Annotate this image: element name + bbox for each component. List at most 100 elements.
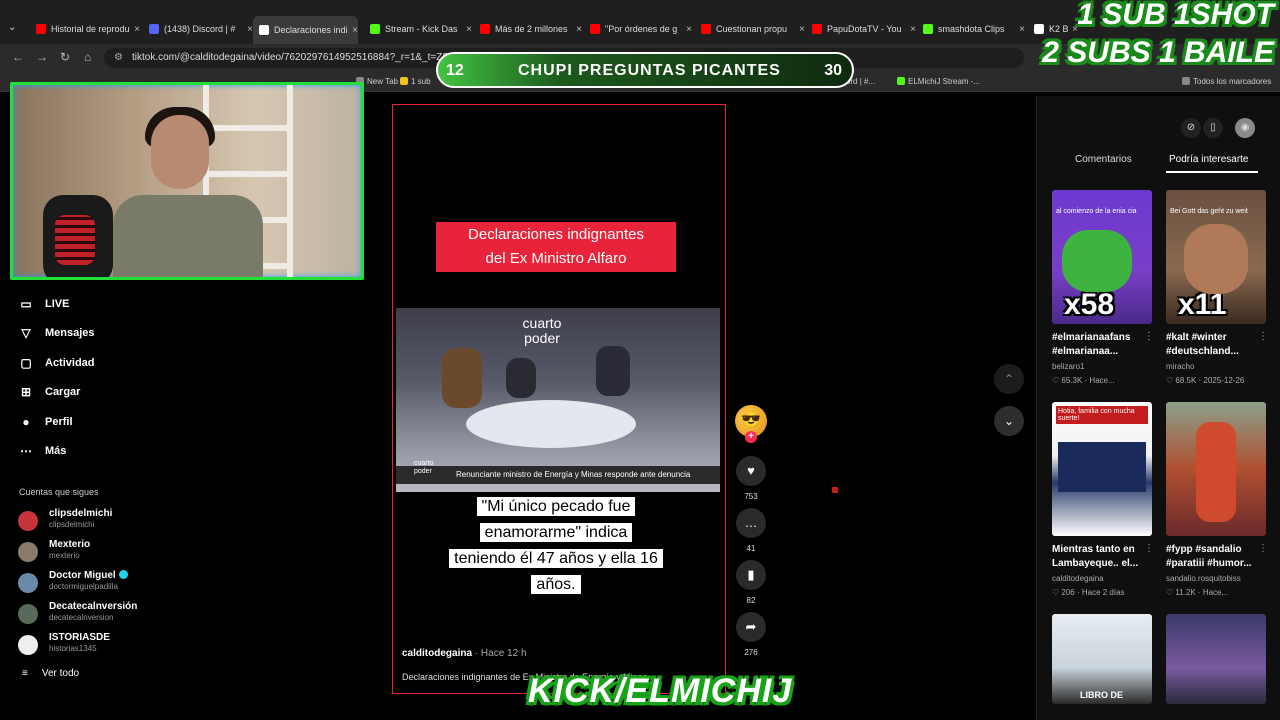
kick-channel-overlay: KICK/ELMICHIJ	[528, 672, 793, 710]
clip-lower-third: Renunciante ministro de Energía y Minas …	[396, 466, 720, 484]
bookmark-item[interactable]: ELMichiJ Stream -...	[897, 77, 980, 86]
suggested-video-title[interactable]: Mientras tanto en Lambayeque.. el...	[1052, 543, 1158, 573]
suggested-video-title[interactable]: #fypp #sandalio #paratiii #humor...	[1166, 543, 1272, 573]
author-sep: ·	[474, 648, 479, 659]
account-name: ISTORIASDE	[49, 632, 110, 643]
tab-title: Declaraciones indi	[274, 25, 348, 35]
suggested-video-thumbnail[interactable]: Bei Gott das geht zu weit x11	[1166, 190, 1266, 324]
suggested-video-thumbnail[interactable]	[1166, 402, 1266, 536]
close-tab-icon[interactable]: ×	[466, 24, 472, 35]
tab-search-dropdown-icon[interactable]: ⌄	[8, 22, 22, 36]
suggested-video-author[interactable]: belizaro1	[1052, 362, 1084, 371]
comment-icon[interactable]: …	[736, 508, 766, 538]
close-tab-icon[interactable]: ×	[134, 24, 140, 35]
send-icon: ▽	[21, 326, 31, 341]
sidebar-item-actividad[interactable]: ▢ Actividad	[18, 356, 94, 370]
bookmark-item[interactable]: Todos los marcadores	[1182, 77, 1271, 86]
browser-tab[interactable]: smashdota Clips ×	[917, 20, 1025, 38]
followed-account[interactable]: Decatecalnversión decatecalnversion	[18, 601, 137, 624]
suggested-video-title[interactable]: #kalt #winter #deutschland...	[1166, 331, 1272, 361]
live-icon: ▭	[20, 297, 32, 311]
suggested-video-author[interactable]: calditodegaina	[1052, 574, 1104, 583]
followed-account[interactable]: ISTORIASDE historias1345	[18, 632, 110, 655]
banner-count-left: 12	[446, 62, 464, 79]
suggested-video-author[interactable]: miracho	[1166, 362, 1194, 371]
bookmark-item[interactable]: 1 sub	[400, 77, 431, 86]
followed-account[interactable]: Mexterio mexterio	[18, 539, 90, 562]
following-title: Cuentas que sigues	[19, 487, 99, 497]
browser-tab[interactable]: (1438) Discord | # ×	[143, 20, 253, 38]
tab-favicon-icon	[259, 25, 269, 35]
browser-tab[interactable]: "Por órdenes de g ×	[584, 20, 692, 38]
close-tab-icon[interactable]: ×	[576, 24, 582, 35]
recording-dot	[832, 487, 838, 493]
sidebar-item-cargar[interactable]: ⊞ Cargar	[18, 385, 81, 400]
sidebar-item-label: LIVE	[45, 298, 70, 310]
browser-tab[interactable]: Cuestionan propu ×	[695, 20, 805, 38]
browser-tab[interactable]: Stream - Kick Das ×	[364, 20, 472, 38]
forward-icon[interactable]: →	[36, 50, 48, 64]
more-options-icon[interactable]: ⋮	[1258, 331, 1268, 342]
browser-tab[interactable]: Historial de reproduc ×	[30, 20, 140, 38]
bookmark-label: Todos los marcadores	[1193, 77, 1272, 86]
more-options-icon[interactable]: ⋮	[1144, 331, 1154, 342]
browser-tab[interactable]: PapuDotaTV - You ×	[806, 20, 916, 38]
browser-tab[interactable]: Declaraciones indi ×	[253, 16, 358, 44]
account-handle: doctormiguelpadilla	[49, 582, 118, 591]
account-name: Decatecalnversión	[49, 601, 138, 612]
see-all-link[interactable]: ≡ Ver todo	[22, 668, 79, 679]
avatar	[18, 573, 38, 593]
sidebar-item-más[interactable]: ⋯ Más	[18, 444, 66, 458]
close-tab-icon[interactable]: ×	[799, 24, 805, 35]
author-name: calditodegaina	[402, 648, 473, 659]
followed-account[interactable]: Doctor Miguel doctormiguelpadilla	[18, 570, 128, 593]
tab-suggested[interactable]: Podría interesarte	[1169, 154, 1249, 165]
followed-account[interactable]: clipsdelmichi clipsdelmichi	[18, 508, 112, 531]
site-info-icon[interactable]: ⚙	[114, 52, 123, 63]
url-text: tiktok.com/@calditodegaina/video/7620297…	[132, 52, 458, 63]
more-options-icon[interactable]: ⋮	[1144, 543, 1154, 554]
close-tab-icon[interactable]: ×	[910, 24, 916, 35]
reload-icon[interactable]: ↻	[60, 50, 70, 64]
sidebar-item-live[interactable]: ▭ LIVE	[18, 297, 69, 311]
sidebar-item-perfil[interactable]: ● Perfil	[18, 414, 73, 429]
see-all-label: Ver todo	[41, 668, 80, 679]
video-author[interactable]: calditodegaina · Hace 12 h	[402, 648, 527, 659]
suggested-video-author[interactable]: sandalio.rosquitobiss	[1166, 574, 1241, 583]
share-count: 276	[744, 648, 758, 657]
upload-icon: ⊞	[20, 385, 32, 400]
account-name: clipsdelmichi	[49, 508, 113, 519]
tab-title: Cuestionan propu	[716, 24, 788, 34]
video-clip-frame: cuarto poder Renunciante ministro de Ener…	[396, 308, 720, 492]
close-tab-icon[interactable]: ×	[686, 24, 692, 35]
home-icon[interactable]: ⌂	[84, 50, 91, 64]
like-icon[interactable]: ♥	[736, 456, 766, 486]
embed-icon[interactable]: ⊘	[1181, 118, 1201, 138]
device-icon[interactable]: ▯	[1203, 118, 1223, 138]
suggested-video-thumbnail[interactable]: al comienzo de la enia cia x58	[1052, 190, 1152, 324]
comment-count: 41	[746, 544, 756, 553]
suggested-video-title[interactable]: #elmarianaafans #elmarianaa...	[1052, 331, 1158, 361]
tab-comments[interactable]: Comentarios	[1075, 154, 1132, 165]
red-title-line1: Declaraciones indignantes	[468, 226, 644, 243]
suggested-video-thumbnail[interactable]: Hotia, familia con mucha suerte!	[1052, 402, 1152, 536]
prev-video-icon[interactable]: ⌃	[994, 364, 1024, 394]
close-tab-icon[interactable]: ×	[352, 25, 358, 36]
bookmark-icon[interactable]: ▮	[736, 560, 766, 590]
clip-logo: cuarto poder	[522, 315, 562, 346]
sidebar-item-mensajes[interactable]: ▽ Mensajes	[18, 326, 94, 341]
more-options-icon[interactable]: ⋮	[1258, 543, 1268, 554]
bookmark-favicon-icon	[400, 77, 408, 85]
share-icon[interactable]: ➦	[736, 612, 766, 642]
back-icon[interactable]: ←	[12, 50, 24, 64]
suggested-video-thumbnail[interactable]	[1166, 614, 1266, 704]
close-tab-icon[interactable]: ×	[1019, 24, 1025, 35]
promo-line-1: 1 SUB 1SHOT	[1077, 0, 1274, 31]
follow-plus-icon[interactable]: +	[745, 431, 757, 443]
user-avatar[interactable]: ◉	[1235, 118, 1255, 138]
sidebar-item-label: Perfil	[45, 415, 73, 428]
next-video-icon[interactable]: ⌄	[994, 406, 1024, 436]
profile-icon: ●	[22, 414, 30, 429]
browser-tab[interactable]: Más de 2 millones ×	[474, 20, 582, 38]
clip-lower-logo: cuarto poder	[414, 460, 434, 475]
